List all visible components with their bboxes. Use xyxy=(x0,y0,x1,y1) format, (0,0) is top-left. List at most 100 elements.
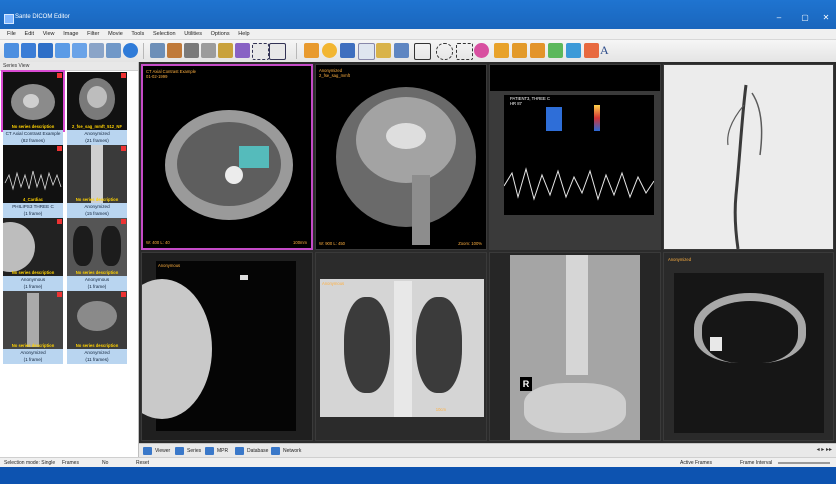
menu-file[interactable]: File xyxy=(7,29,16,39)
series-thumb[interactable]: No series description CT Axial Contrast … xyxy=(1,70,65,145)
select-region-icon[interactable] xyxy=(252,43,269,60)
open-file-icon[interactable] xyxy=(21,43,36,58)
person-icon[interactable] xyxy=(201,43,216,58)
menu-image[interactable]: Image xyxy=(63,29,78,39)
tab-network[interactable]: Network xyxy=(271,446,301,456)
taskbar xyxy=(0,467,836,484)
tools-icon[interactable] xyxy=(167,43,182,58)
app-window: Sante DICOM Editor – ▢ ✕ File Edit View … xyxy=(0,0,836,484)
monitor-icon[interactable] xyxy=(106,43,121,58)
thumbnail-image: No series description xyxy=(67,291,127,349)
minimize-icon[interactable]: – xyxy=(768,12,790,24)
eye-icon[interactable] xyxy=(184,43,199,58)
close-icon[interactable]: ✕ xyxy=(815,12,836,24)
menu-view[interactable]: View xyxy=(43,29,55,39)
polygon-roi-icon[interactable] xyxy=(456,43,473,60)
menu-utilities[interactable]: Utilities xyxy=(184,29,202,39)
status-badge xyxy=(121,219,126,224)
save-icon[interactable] xyxy=(55,43,70,58)
menu-selection[interactable]: Selection xyxy=(153,29,176,39)
status-badge xyxy=(121,292,126,297)
thumbnail-image: No series description xyxy=(3,291,63,349)
viewport-chest-xray[interactable]: Anonymous 10cm xyxy=(315,252,487,441)
app-icon xyxy=(4,14,14,24)
series-thumb[interactable]: 2_fse_sag_mmft_512_NF Anonymized (21 fram… xyxy=(67,72,127,145)
image-viewer: CT Axial Contrast Example 01-02-1999 W: … xyxy=(139,62,836,443)
line-icon[interactable] xyxy=(548,43,563,58)
viewport-ultrasound-doppler[interactable]: PATIENT3, THREE C HR 87 xyxy=(489,64,661,250)
active-frames-status: Active Frames xyxy=(680,460,712,466)
tab-mpr[interactable]: MPR xyxy=(205,446,228,456)
menu-tools[interactable]: Tools xyxy=(131,29,144,39)
menu-edit[interactable]: Edit xyxy=(25,29,34,39)
magnifier-icon[interactable] xyxy=(358,43,375,60)
series-thumb[interactable]: No series description Anonymous (1 frame) xyxy=(3,218,63,291)
viewport-mammogram[interactable]: Anonymous xyxy=(141,252,313,441)
angle-icon[interactable] xyxy=(494,43,509,58)
ellipse-roi-icon[interactable] xyxy=(436,43,453,60)
orientation-marker: R xyxy=(520,377,532,391)
menu-filter[interactable]: Filter xyxy=(87,29,99,39)
toolbar: A xyxy=(0,40,836,63)
brightness-icon[interactable] xyxy=(322,43,337,58)
tab-database[interactable]: Database xyxy=(235,446,268,456)
bottom-tab-bar: Viewer Series MPR Database Network ◂ ▸ ▸… xyxy=(139,443,836,458)
export-icon[interactable] xyxy=(72,43,87,58)
info-icon[interactable] xyxy=(123,43,138,58)
zoom-region-icon[interactable] xyxy=(376,43,391,58)
menu-help[interactable]: Help xyxy=(238,29,249,39)
status-badge xyxy=(57,219,62,224)
frame-interval-status: Frame Interval xyxy=(740,460,773,466)
thumbnail-image: No series description xyxy=(3,218,63,276)
thumbnail-image: 2_fse_sag_mmft_512_NF xyxy=(67,72,127,130)
nav-arrows-icon[interactable]: ◂ ▸ ▸▸ xyxy=(817,446,832,453)
tab-series[interactable]: Series xyxy=(175,446,201,456)
print-icon[interactable] xyxy=(89,43,104,58)
database-icon[interactable] xyxy=(38,43,53,58)
status-badge xyxy=(121,73,126,78)
open-folder-icon[interactable] xyxy=(4,43,19,58)
frame-interval-slider[interactable] xyxy=(778,462,830,464)
selection-mode-status: Selection mode: Single xyxy=(4,460,56,466)
text-tool-icon[interactable]: A xyxy=(600,43,615,58)
mpr-icon xyxy=(205,447,214,455)
menu-movie[interactable]: Movie xyxy=(108,29,123,39)
maximize-icon[interactable]: ▢ xyxy=(794,12,816,24)
viewport-ct-axial[interactable]: CT Axial Contrast Example 01-02-1999 W: … xyxy=(141,64,313,250)
zoom-fit-icon[interactable] xyxy=(394,43,409,58)
viewer-icon xyxy=(143,447,152,455)
viewport-lumbar-xray[interactable]: R xyxy=(489,252,661,441)
series-panel: Series View No series description CT Axi… xyxy=(0,62,139,457)
frames-status: Frames xyxy=(62,460,79,466)
tab-viewer[interactable]: Viewer xyxy=(143,446,170,456)
series-thumb[interactable]: No series description Anonymized (1 frame… xyxy=(3,291,63,364)
viewport-dental-ct[interactable]: Anonymized xyxy=(663,252,834,441)
series-icon xyxy=(175,447,184,455)
status-badge xyxy=(57,292,62,297)
reset-button[interactable]: Reset xyxy=(136,459,149,467)
rotate-icon[interactable] xyxy=(150,43,165,58)
series-thumb[interactable]: No series description Anonymized (11 fram… xyxy=(67,291,127,364)
cube-icon[interactable] xyxy=(304,43,319,58)
rectangle-roi-icon[interactable] xyxy=(414,43,431,60)
fit-icon[interactable] xyxy=(269,43,286,60)
series-thumb[interactable]: No series description Anonymized (15 fram… xyxy=(67,145,127,218)
viewport-mri-sagittal[interactable]: Anonymized 2_fse_sag_mmft W: 900 L: 450 … xyxy=(315,64,487,250)
window-title: Sante DICOM Editor xyxy=(15,14,70,20)
color-picker-icon[interactable] xyxy=(474,43,489,58)
protractor-icon[interactable] xyxy=(512,43,527,58)
thumbnail-image: No series description xyxy=(1,70,65,132)
menu-options[interactable]: Options xyxy=(211,29,230,39)
network-icon xyxy=(271,447,280,455)
grid-icon[interactable] xyxy=(235,43,250,58)
viewport-angiography[interactable] xyxy=(663,64,834,250)
series-panel-header: Series View xyxy=(0,62,138,71)
layout-icon[interactable] xyxy=(218,43,233,58)
pan-icon[interactable] xyxy=(340,43,355,58)
eraser-icon[interactable] xyxy=(584,43,599,58)
series-thumb[interactable]: No series description Anonymous (1 frame) xyxy=(67,218,127,291)
cobb-angle-icon[interactable] xyxy=(530,43,545,58)
series-thumb[interactable]: 4_Cardiac PHILIPS3 THREE C (1 frame) xyxy=(3,145,63,218)
number-status: No xyxy=(102,460,109,466)
arrow-icon[interactable] xyxy=(566,43,581,58)
